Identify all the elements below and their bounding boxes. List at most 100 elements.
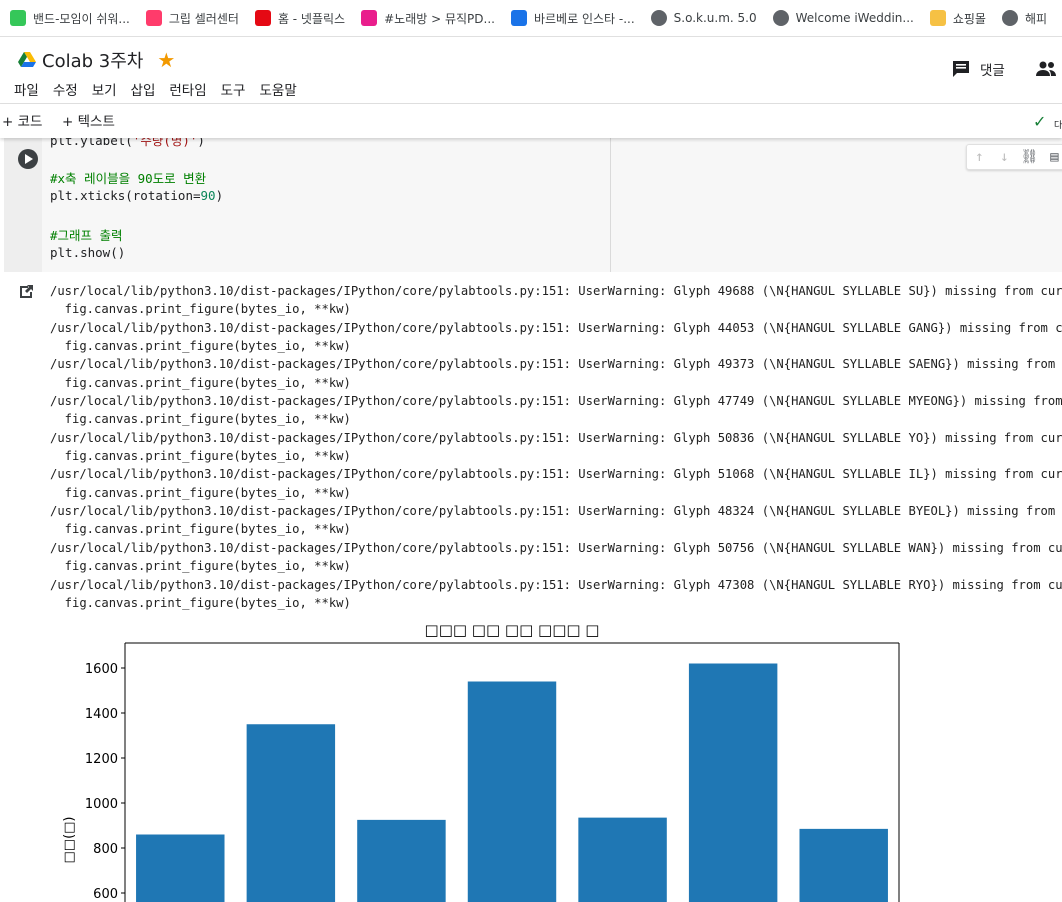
bookmark-label: 바르베로 인스타 -...: [533, 11, 635, 26]
google-drive-icon: [18, 52, 36, 67]
move-down-icon[interactable]: ↓: [992, 149, 1017, 165]
menu-help[interactable]: 도움말: [259, 79, 296, 99]
globe-icon: [772, 10, 789, 26]
output-line: /usr/local/lib/python3.10/dist-packages/…: [50, 284, 1062, 298]
bookmark-label: S.o.k.u.m. 5.0: [673, 11, 757, 25]
code-line: #x축 레이블을 90도로 변환: [50, 171, 207, 186]
y-tick-label: 600: [93, 887, 118, 902]
bookmark-item[interactable]: Welcome iWeddin...: [772, 10, 914, 26]
comment-cell-icon[interactable]: ▤: [1042, 149, 1062, 165]
bookmark-label: 해피: [1024, 11, 1048, 26]
chart-title: □□□ □□ □□ □□□ □: [425, 621, 600, 639]
colab-header: Colab 3주차 ★ 파일 수정 보기 삽입 런타임 도구 도움말 댓글: [0, 37, 1062, 104]
bar-chart: □□□ □□ □□ □□□ □ 600 800 1000 1200 1400 1600 □□(…: [62, 621, 900, 902]
drive-icon: [510, 10, 527, 26]
output-line: /usr/local/lib/python3.10/dist-packages/…: [50, 357, 1062, 372]
code-line: plt.show(): [50, 245, 126, 260]
output-line: /usr/local/lib/python3.10/dist-packages/…: [50, 504, 1062, 519]
code-editor[interactable]: plt.ylabel('수량(명)') #x축 레이블을 90도로 변환 plt…: [42, 133, 1062, 272]
bookmark-label: #노래방 > 뮤직PD...: [384, 11, 495, 26]
menu-edit[interactable]: 수정: [53, 79, 78, 99]
bookmark-item[interactable]: 쇼핑몰: [929, 10, 986, 27]
menu-insert[interactable]: 삽입: [131, 79, 156, 99]
output-line: fig.canvas.print_figure(bytes_io, **kw): [50, 302, 351, 317]
output-line: fig.canvas.print_figure(bytes_io, **kw): [50, 339, 351, 354]
move-up-icon[interactable]: ↑: [967, 149, 992, 165]
y-tick-label: 1000: [85, 797, 118, 812]
bookmark-label: 홈 - 넷플릭스: [277, 11, 346, 26]
netflix-icon: [254, 10, 271, 26]
code-cell[interactable]: plt.ylabel('수량(명)') #x축 레이블을 90도로 변환 plt…: [0, 133, 1062, 272]
bar: [357, 819, 446, 902]
musicpd-icon: [361, 10, 378, 26]
bookmark-item[interactable]: 밴드-모임이 쉬워...: [10, 10, 130, 27]
code-line: #그래프 출력: [50, 228, 123, 243]
output-line: /usr/local/lib/python3.10/dist-packages/…: [50, 430, 1062, 445]
output-line: /usr/local/lib/python3.10/dist-packages/…: [50, 467, 1062, 482]
output-line: fig.canvas.print_figure(bytes_io, **kw): [50, 412, 351, 427]
bookmark-item[interactable]: 그립 셀러센터: [145, 10, 239, 27]
add-code-button[interactable]: + 코드: [2, 110, 42, 130]
output-line: fig.canvas.print_figure(bytes_io, **kw): [50, 485, 351, 500]
menu-file[interactable]: 파일: [14, 79, 39, 99]
bar: [688, 663, 778, 902]
people-icon[interactable]: [1035, 61, 1057, 77]
output-icon[interactable]: [18, 284, 34, 300]
menu-view[interactable]: 보기: [92, 79, 117, 99]
link-icon[interactable]: ⛓: [1017, 149, 1042, 165]
bookmark-item[interactable]: S.o.k.u.m. 5.0: [650, 10, 757, 26]
y-tick-label: 800: [93, 842, 118, 857]
y-axis-label: □□(□): [62, 817, 77, 864]
y-tick-label: 1600: [85, 662, 118, 677]
bar: [578, 817, 667, 902]
grip-icon: [145, 10, 162, 26]
code-line: plt.xticks(rotation=90): [50, 188, 224, 203]
checkmark-icon: ✓: [1033, 112, 1047, 131]
bookmark-label: Welcome iWeddin...: [795, 11, 914, 25]
bar: [467, 681, 557, 902]
bookmark-item[interactable]: #노래방 > 뮤직PD...: [361, 10, 495, 27]
y-tick-label: 1400: [85, 707, 118, 722]
bookmark-label: 밴드-모임이 쉬워...: [33, 11, 130, 26]
bookmark-item[interactable]: 홈 - 넷플릭스: [254, 10, 346, 27]
bookmark-item[interactable]: 바르베로 인스타 -...: [510, 10, 635, 27]
bar: [799, 828, 888, 902]
y-tick-label: 1200: [85, 752, 118, 767]
cell-output-text: /usr/local/lib/python3.10/dist-packages/…: [50, 282, 1062, 612]
run-cell-icon[interactable]: [18, 149, 38, 169]
cell-gutter: [4, 138, 42, 272]
comment-icon: [953, 61, 969, 77]
notebook-title[interactable]: Colab 3주차: [42, 47, 143, 73]
output-line: /usr/local/lib/python3.10/dist-packages/…: [50, 577, 1062, 592]
output-line: fig.canvas.print_figure(bytes_io, **kw): [50, 595, 351, 610]
title-row: Colab 3주차 ★: [18, 47, 175, 73]
column-ruler: [610, 138, 611, 272]
connection-status-label: 다: [1054, 121, 1062, 131]
folder-icon: [929, 10, 946, 26]
comment-button[interactable]: 댓글: [952, 59, 1005, 79]
menu-bar: 파일 수정 보기 삽입 런타임 도구 도움말: [14, 79, 311, 99]
bookmarks-bar: 밴드-모임이 쉬워... 그립 셀러센터 홈 - 넷플릭스 #노래방 > 뮤직PD..…: [0, 0, 1062, 37]
notebook-toolbar: + 코드 + 텍스트 ✓ 다: [0, 104, 1062, 138]
bookmark-label: 그립 셀러센터: [168, 11, 239, 26]
star-icon[interactable]: ★: [157, 48, 175, 72]
cell-toolbar: ↑ ↓ ⛓ ▤: [966, 144, 1062, 170]
menu-runtime[interactable]: 런타임: [169, 79, 206, 99]
bookmark-item[interactable]: 해피: [1001, 10, 1048, 27]
menu-tools[interactable]: 도구: [221, 79, 246, 99]
output-line: /usr/local/lib/python3.10/dist-packages/…: [50, 394, 1062, 409]
output-line: fig.canvas.print_figure(bytes_io, **kw): [50, 449, 351, 464]
output-line: /usr/local/lib/python3.10/dist-packages/…: [50, 540, 1062, 555]
output-line: fig.canvas.print_figure(bytes_io, **kw): [50, 559, 351, 574]
globe-icon: [650, 10, 667, 26]
bookmark-label: 쇼핑몰: [952, 11, 986, 26]
bar: [246, 724, 336, 902]
output-line: fig.canvas.print_figure(bytes_io, **kw): [50, 522, 351, 537]
comment-label: 댓글: [980, 63, 1005, 79]
bar: [136, 834, 225, 902]
output-line: /usr/local/lib/python3.10/dist-packages/…: [50, 320, 1062, 335]
band-icon: [10, 10, 26, 26]
output-line: fig.canvas.print_figure(bytes_io, **kw): [50, 375, 351, 390]
globe-icon: [1001, 10, 1018, 26]
add-text-button[interactable]: + 텍스트: [62, 110, 115, 130]
